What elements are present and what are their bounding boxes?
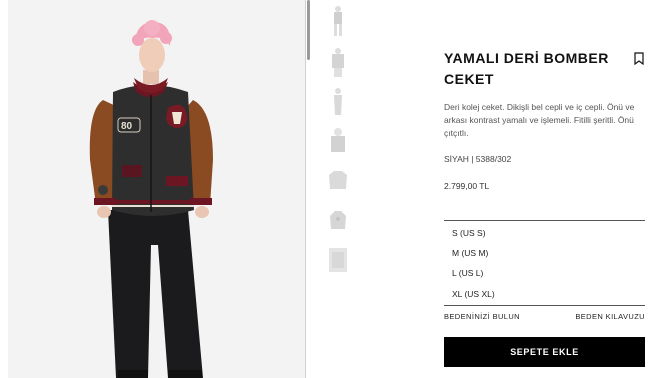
size-links: BEDENİNİZİ BULUN BEDEN KILAVUZU — [444, 312, 645, 326]
product-color-sku: SİYAH | 5388/302 — [444, 154, 512, 164]
size-option-l[interactable]: L (US L) — [452, 268, 483, 278]
thumbnail-3[interactable] — [324, 85, 352, 119]
gallery-divider — [305, 0, 306, 378]
product-description: Deri kolej ceket. Dikişli bel cepli ve i… — [444, 102, 635, 139]
size-option-s[interactable]: S (US S) — [452, 228, 486, 238]
product-price: 2.799,00 TL — [444, 181, 490, 191]
find-your-size-link[interactable]: BEDENİNİZİ BULUN — [444, 312, 520, 321]
thumbnail-5[interactable] — [324, 163, 352, 197]
add-to-cart-button[interactable]: SEPETE EKLE — [444, 337, 645, 367]
thumbnail-7[interactable] — [324, 242, 352, 276]
size-guide-link[interactable]: BEDEN KILAVUZU — [575, 312, 645, 321]
model-photo: 80 — [8, 0, 305, 378]
thumbnail-scrollbar[interactable] — [307, 0, 310, 60]
product-details: YAMALI DERİ BOMBER CEKET Deri kolej ceke… — [444, 0, 649, 378]
bookmark-icon[interactable] — [634, 52, 644, 65]
thumbnail-strip — [318, 0, 358, 378]
product-title: YAMALI DERİ BOMBER CEKET — [444, 50, 609, 87]
size-option-xl[interactable]: XL (US XL) — [452, 289, 495, 299]
size-option-m[interactable]: M (US M) — [452, 248, 488, 258]
product-main-image[interactable]: 80 — [8, 0, 305, 378]
thumbnail-4[interactable] — [324, 124, 352, 158]
thumbnail-6[interactable] — [324, 202, 352, 236]
thumbnail-1[interactable] — [324, 3, 352, 37]
jacket-number-patch: 80 — [121, 121, 133, 132]
thumbnail-2[interactable] — [324, 44, 352, 78]
size-selector: S (US S) M (US M) L (US L) XL (US XL) — [444, 220, 645, 306]
